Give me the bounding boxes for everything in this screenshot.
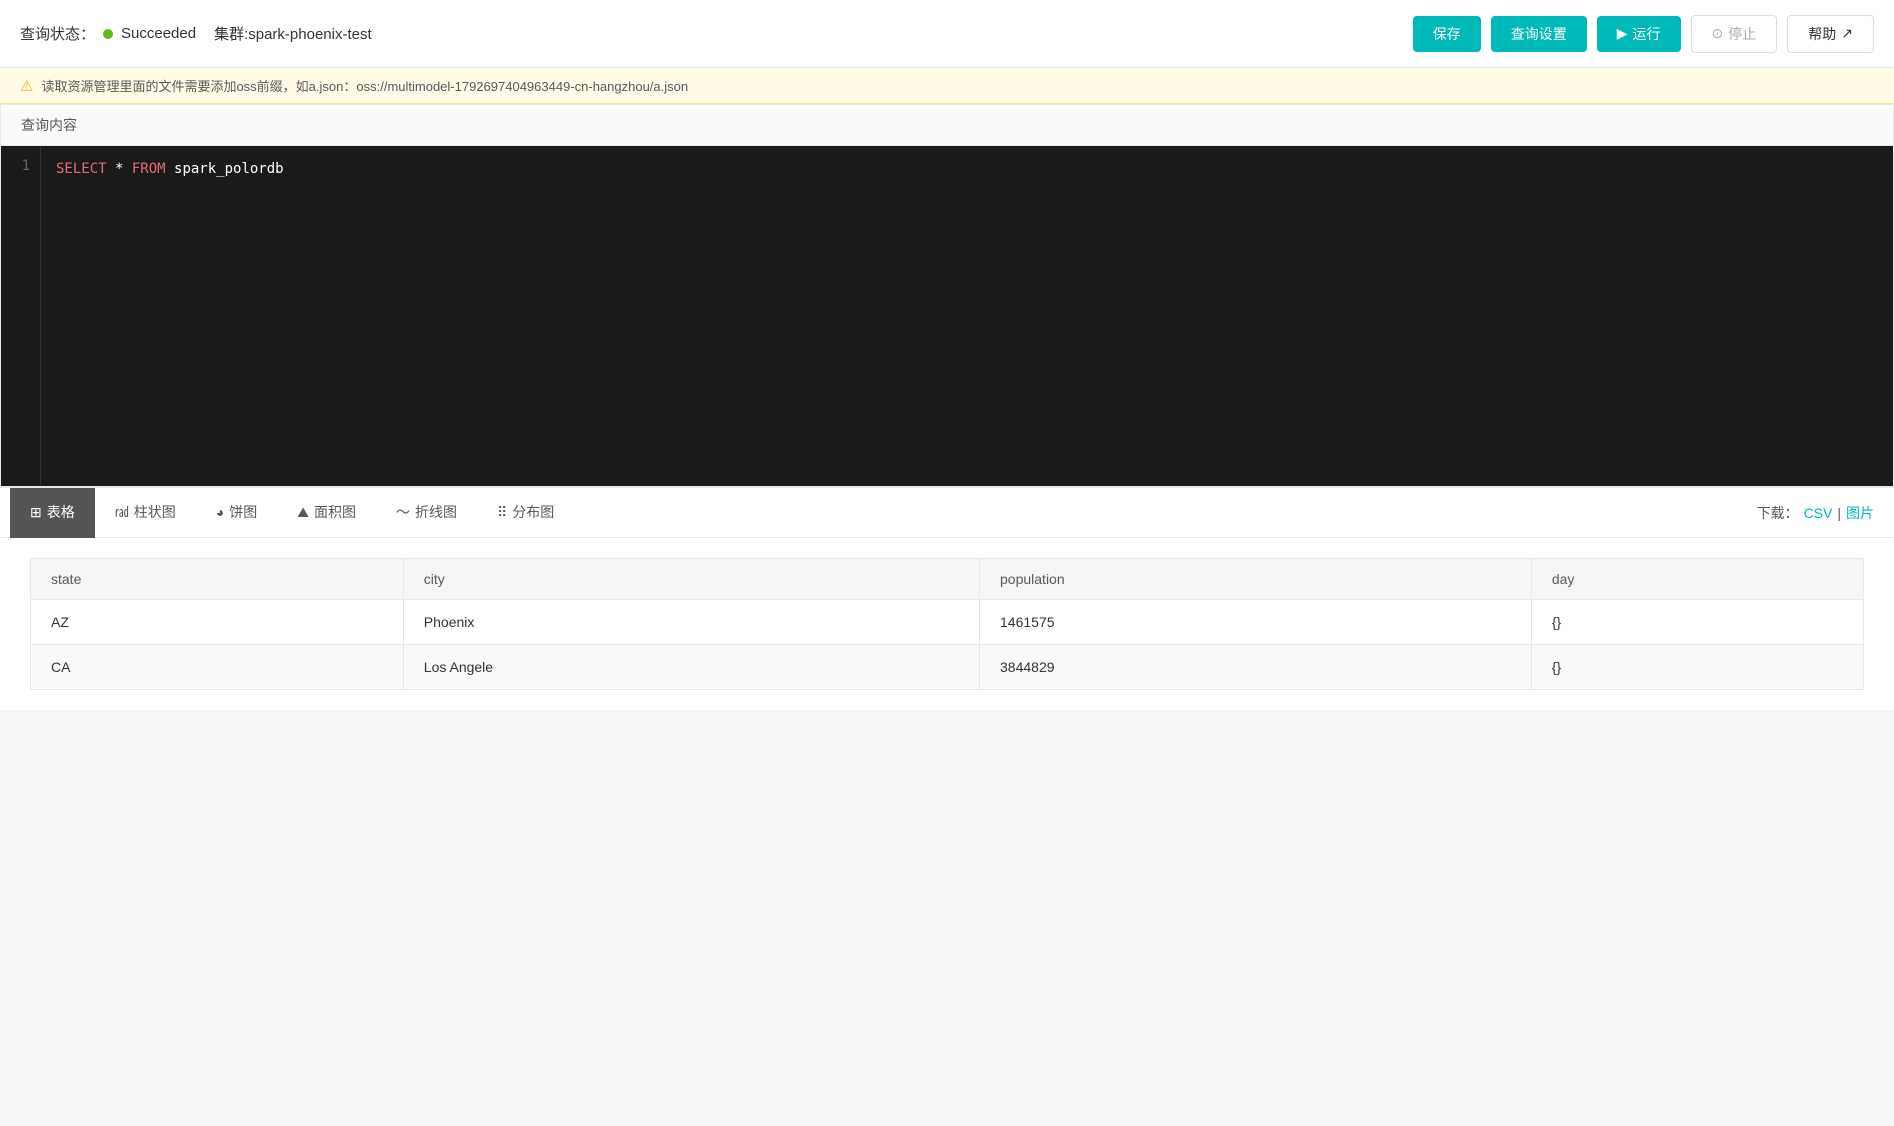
download-label: 下载：: [1757, 503, 1799, 523]
warning-text: 读取资源管理里面的文件需要添加oss前缀，如a.json：oss://multi…: [41, 76, 688, 95]
warning-icon: ⚠: [20, 77, 33, 95]
download-separator: |: [1837, 505, 1841, 521]
cluster-info: 集群:spark-phoenix-test: [214, 23, 372, 44]
query-settings-button[interactable]: 查询设置: [1491, 16, 1587, 52]
area-chart-icon: ⛰: [297, 504, 309, 521]
stop-button[interactable]: ⊙ 停止: [1691, 15, 1778, 53]
tab-pie-label: 饼图: [229, 502, 257, 522]
table-name: spark_polordb: [166, 161, 284, 177]
tab-pie-chart[interactable]: ◕ 饼图: [196, 488, 277, 538]
data-table: state city population day AZPhoenix14615…: [30, 558, 1864, 690]
csv-download-link[interactable]: CSV: [1804, 505, 1833, 521]
header-right: 保存 查询设置 ▶ 运行 ⊙ 停止 帮助 ↗: [1413, 15, 1874, 53]
col-state: state: [31, 559, 404, 600]
table-cell: Phoenix: [403, 600, 979, 645]
header-row: state city population day: [31, 559, 1864, 600]
table-body: AZPhoenix1461575{}CALos Angele3844829{}: [31, 600, 1864, 690]
editor-area[interactable]: 1 SELECT * FROM spark_polordb: [1, 146, 1893, 486]
header-bar: 查询状态： Succeeded 集群:spark-phoenix-test 保存…: [0, 0, 1894, 68]
tab-bar-label: 柱状图: [134, 502, 176, 522]
pie-chart-icon: ◕: [216, 504, 224, 520]
tab-scatter-chart[interactable]: ⠿ 分布图: [477, 488, 574, 538]
col-population: population: [980, 559, 1532, 600]
table-cell: 1461575: [980, 600, 1532, 645]
table-row: CALos Angele3844829{}: [31, 645, 1864, 690]
help-button[interactable]: 帮助 ↗: [1787, 15, 1874, 53]
tabs-section: ⊞ 表格 ㎭ 柱状图 ◕ 饼图 ⛰ 面积图 〜 折线图 ⠿ 分布图 下载： CS…: [0, 487, 1894, 538]
stop-icon: ⊙: [1712, 25, 1724, 42]
table-cell: {}: [1531, 600, 1863, 645]
header-left: 查询状态： Succeeded 集群:spark-phoenix-test: [20, 23, 372, 44]
table-cell: {}: [1531, 645, 1863, 690]
scatter-chart-icon: ⠿: [497, 504, 507, 521]
external-link-icon: ↗: [1841, 25, 1853, 42]
download-area: 下载： CSV | 图片: [1747, 503, 1884, 523]
keyword-select: SELECT: [56, 161, 107, 177]
table-cell: Los Angele: [403, 645, 979, 690]
line-chart-icon: 〜: [396, 502, 410, 522]
keyword-from: FROM: [132, 161, 166, 177]
query-label: 查询内容: [1, 105, 1893, 146]
table-header: state city population day: [31, 559, 1864, 600]
table-cell: 3844829: [980, 645, 1532, 690]
table-row: AZPhoenix1461575{}: [31, 600, 1864, 645]
status-text: Succeeded: [121, 25, 196, 42]
tab-area-label: 面积图: [314, 502, 356, 522]
run-icon: ▶: [1617, 25, 1628, 42]
tab-table[interactable]: ⊞ 表格: [10, 488, 95, 538]
status-dot-icon: [103, 29, 113, 39]
tab-line-chart[interactable]: 〜 折线图: [376, 488, 477, 538]
table-section: state city population day AZPhoenix14615…: [0, 538, 1894, 710]
table-cell: CA: [31, 645, 404, 690]
col-day: day: [1531, 559, 1863, 600]
query-section: 查询内容 1 SELECT * FROM spark_polordb: [0, 104, 1894, 487]
tab-line-label: 折线图: [415, 502, 457, 522]
table-tab-icon: ⊞: [30, 504, 42, 521]
bar-chart-icon: ㎭: [115, 502, 129, 522]
warning-bar: ⚠ 读取资源管理里面的文件需要添加oss前缀，如a.json：oss://mul…: [0, 68, 1894, 104]
image-download-link[interactable]: 图片: [1846, 503, 1874, 523]
wildcard: *: [107, 161, 132, 177]
line-numbers: 1: [1, 146, 41, 486]
col-city: city: [403, 559, 979, 600]
status-label: 查询状态：: [20, 23, 95, 44]
editor-content[interactable]: SELECT * FROM spark_polordb: [41, 146, 1893, 486]
run-button[interactable]: ▶ 运行: [1597, 16, 1681, 52]
tab-scatter-label: 分布图: [512, 502, 554, 522]
tab-table-label: 表格: [47, 502, 75, 522]
tab-area-chart[interactable]: ⛰ 面积图: [277, 488, 376, 538]
save-button[interactable]: 保存: [1413, 16, 1481, 52]
tab-bar-chart[interactable]: ㎭ 柱状图: [95, 488, 196, 538]
table-cell: AZ: [31, 600, 404, 645]
